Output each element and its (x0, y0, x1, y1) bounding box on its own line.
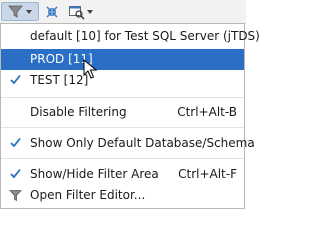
filter-dropdown-button[interactable] (1, 2, 39, 21)
menu-item-shortcut: Ctrl+Alt-F (178, 167, 237, 181)
check-icon (10, 168, 21, 179)
menu-item-default-filter[interactable]: default [10] for Test SQL Server (jTDS) (1, 26, 260, 47)
menu-item-test-filter[interactable]: TEST [12] (1, 70, 244, 91)
filter-icon (9, 190, 22, 202)
menu-item-label: Disable Filtering (30, 105, 127, 119)
menu-item-open-filter-editor[interactable]: Open Filter Editor... (1, 185, 244, 206)
locate-dropdown-button[interactable] (66, 2, 94, 21)
chevron-down-icon (86, 9, 93, 14)
menu-separator (1, 158, 244, 159)
menu-item-label: Show Only Default Database/Schema (30, 136, 255, 150)
menu-item-label: TEST [12] (30, 73, 89, 87)
menu-separator (1, 97, 244, 98)
menu-item-label: Show/Hide Filter Area (30, 167, 159, 181)
chevron-down-icon (26, 9, 32, 14)
menu-item-disable-filtering[interactable]: Disable Filtering Ctrl+Alt-B (1, 102, 244, 123)
collapse-all-button[interactable] (43, 2, 61, 21)
filter-dropdown-menu: default [10] for Test SQL Server (jTDS) … (0, 23, 260, 209)
menu-separator (1, 127, 244, 128)
filter-icon (8, 5, 23, 18)
menu-item-show-default-schema[interactable]: Show Only Default Database/Schema (1, 133, 255, 154)
locate-icon (68, 5, 85, 20)
collapse-all-icon (46, 6, 58, 17)
menu-item-shortcut: Ctrl+Alt-B (177, 105, 237, 119)
toolbar (0, 0, 246, 24)
menu-item-label: default [10] for Test SQL Server (jTDS) (30, 29, 260, 43)
menu-item-show-hide-filter-area[interactable]: Show/Hide Filter Area Ctrl+Alt-F (1, 164, 244, 185)
menu-item-label: PROD [11] (30, 52, 93, 66)
menu-item-prod-filter[interactable]: PROD [11] (1, 49, 244, 70)
menu-item-label: Open Filter Editor... (30, 188, 146, 202)
check-icon (10, 74, 21, 85)
check-icon (10, 137, 21, 148)
